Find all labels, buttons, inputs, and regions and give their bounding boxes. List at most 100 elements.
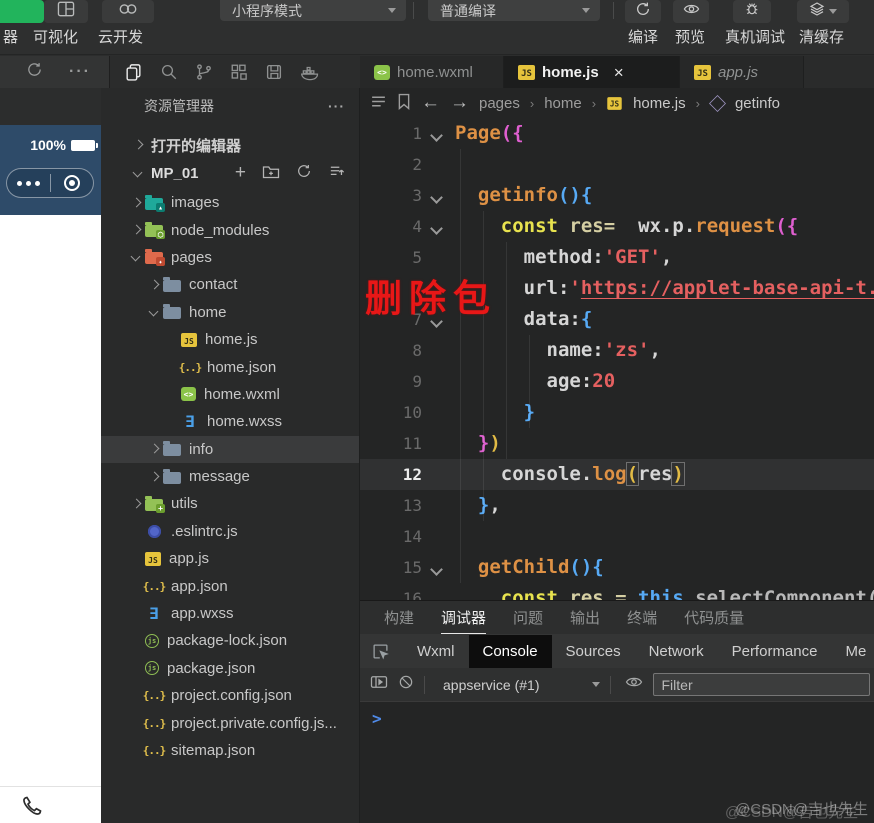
capsule-menu[interactable] bbox=[6, 168, 94, 198]
code-line-12[interactable]: 12 console.log(res) bbox=[360, 459, 874, 490]
more-actions-icon[interactable]: ··· bbox=[69, 63, 91, 81]
devtools-tab-sources[interactable]: Sources bbox=[552, 635, 635, 668]
mode-dropdown[interactable]: 小程序模式 bbox=[220, 0, 406, 21]
tree-item-home.wxss[interactable]: ∃ home.wxss bbox=[101, 408, 359, 435]
sync-icon[interactable] bbox=[26, 61, 43, 83]
bookmark-icon[interactable] bbox=[397, 93, 411, 114]
tree-item-info[interactable]: info bbox=[101, 435, 359, 463]
breadcrumb-item-home[interactable]: home bbox=[544, 95, 582, 112]
devtools-tab-performance[interactable]: Performance bbox=[718, 635, 832, 668]
panel-tab-终端[interactable]: 终端 bbox=[627, 607, 657, 628]
code-line-14[interactable]: 14 bbox=[360, 521, 874, 552]
more-actions-icon[interactable]: ··· bbox=[328, 98, 345, 114]
extensions-icon[interactable] bbox=[230, 63, 248, 81]
tree-item-app.js[interactable]: JS app.js bbox=[101, 545, 359, 572]
outline-list-icon[interactable] bbox=[370, 94, 387, 113]
save-layout-icon[interactable] bbox=[265, 63, 283, 81]
chevron-right-icon[interactable] bbox=[129, 497, 143, 511]
back-arrow-icon[interactable]: ← bbox=[421, 92, 440, 114]
show-sidebar-icon[interactable] bbox=[370, 674, 388, 695]
console-body[interactable]: > @CSDN@吉也先生 @CSDN@吉也先生 bbox=[360, 702, 874, 823]
inspect-element-icon[interactable] bbox=[360, 643, 399, 660]
chevron-down-icon[interactable] bbox=[591, 682, 600, 687]
cloud-dev-button[interactable] bbox=[102, 0, 154, 23]
tree-item-package-lock.json[interactable]: js package-lock.json bbox=[101, 627, 359, 654]
chevron-right-icon[interactable] bbox=[129, 223, 143, 237]
refresh-icon[interactable] bbox=[296, 163, 312, 183]
devtools-tab-network[interactable]: Network bbox=[635, 635, 718, 668]
new-folder-icon[interactable] bbox=[262, 164, 280, 183]
context-selector[interactable]: appservice (#1) bbox=[443, 677, 540, 693]
panel-tab-代码质量[interactable]: 代码质量 bbox=[684, 607, 744, 628]
code-lines[interactable]: 1 Page({2 3 getinfo(){4 const res= wx.p.requ… bbox=[360, 118, 874, 600]
code-line-1[interactable]: 1 Page({ bbox=[360, 118, 874, 149]
tree-item-app.wxss[interactable]: ∃ app.wxss bbox=[101, 600, 359, 627]
tree-item-project.config.json[interactable]: {..} project.config.json bbox=[101, 682, 359, 709]
tree-item-.eslintrc.js[interactable]: .eslintrc.js bbox=[101, 518, 359, 545]
tree-item-project.private.config.js...[interactable]: {..} project.private.config.js... bbox=[101, 709, 359, 736]
breadcrumb-item-file[interactable]: home.js bbox=[633, 95, 686, 112]
code-line-9[interactable]: 9 age:20 bbox=[360, 366, 874, 397]
tree-item-message[interactable]: message bbox=[101, 463, 359, 490]
project-root-section[interactable]: MP_01 + bbox=[101, 160, 359, 186]
simulator-toggle-button[interactable] bbox=[0, 0, 44, 23]
chevron-right-icon[interactable] bbox=[129, 196, 143, 210]
preview-button[interactable] bbox=[673, 0, 709, 23]
clear-cache-button[interactable] bbox=[797, 0, 849, 23]
tree-item-utils[interactable]: utils bbox=[101, 490, 359, 517]
breadcrumb-item-symbol[interactable]: getinfo bbox=[735, 95, 780, 112]
code-line-2[interactable]: 2 bbox=[360, 149, 874, 180]
forward-arrow-icon[interactable]: → bbox=[450, 92, 469, 114]
chevron-right-icon[interactable] bbox=[147, 278, 161, 292]
tree-item-images[interactable]: images bbox=[101, 189, 359, 216]
tree-item-node_modules[interactable]: node_modules bbox=[101, 216, 359, 243]
tab-app-js[interactable]: JS app.js bbox=[680, 56, 804, 88]
tree-item-home.js[interactable]: JS home.js bbox=[101, 326, 359, 353]
code-line-3[interactable]: 3 getinfo(){ bbox=[360, 180, 874, 211]
device-debug-button[interactable] bbox=[733, 0, 771, 23]
tree-item-home[interactable]: home bbox=[101, 299, 359, 326]
devtools-tab-me[interactable]: Me bbox=[831, 635, 874, 668]
code-line-15[interactable]: 15 getChild(){ bbox=[360, 552, 874, 583]
tree-item-contact[interactable]: contact bbox=[101, 271, 359, 298]
editor-pane[interactable]: ← → pages › home › JS home.js › getinfo … bbox=[360, 88, 874, 600]
git-branch-icon[interactable] bbox=[195, 63, 213, 81]
code-line-4[interactable]: 4 const res= wx.p.request({ bbox=[360, 211, 874, 242]
new-file-icon[interactable]: + bbox=[235, 163, 246, 182]
tree-item-pages[interactable]: pages bbox=[101, 244, 359, 271]
phone-icon[interactable] bbox=[20, 794, 44, 823]
devtools-tab-wxml[interactable]: Wxml bbox=[403, 635, 469, 668]
close-icon[interactable]: × bbox=[614, 64, 624, 81]
simulator-page-body[interactable] bbox=[0, 215, 101, 786]
code-line-16[interactable]: 16 const res = this.selectComponent( bbox=[360, 583, 874, 600]
chevron-down-icon[interactable] bbox=[147, 305, 161, 319]
visual-editor-button[interactable] bbox=[44, 0, 88, 23]
chevron-right-icon[interactable] bbox=[147, 470, 161, 484]
docker-icon[interactable] bbox=[300, 64, 320, 81]
tree-item-home.wxml[interactable]: <> home.wxml bbox=[101, 381, 359, 408]
collapse-all-icon[interactable] bbox=[328, 163, 345, 184]
eye-icon[interactable] bbox=[625, 675, 643, 694]
breadcrumb-item-pages[interactable]: pages bbox=[479, 95, 520, 112]
filter-input[interactable] bbox=[652, 673, 870, 696]
code-line-10[interactable]: 10} bbox=[360, 397, 874, 428]
chevron-right-icon[interactable] bbox=[147, 442, 161, 456]
open-editors-section[interactable]: 打开的编辑器 bbox=[101, 132, 359, 158]
code-line-11[interactable]: 11}) bbox=[360, 428, 874, 459]
tree-item-package.json[interactable]: js package.json bbox=[101, 655, 359, 682]
panel-tab-调试器[interactable]: 调试器 bbox=[441, 607, 487, 635]
tree-item-app.json[interactable]: {..} app.json bbox=[101, 572, 359, 599]
search-icon[interactable] bbox=[160, 63, 178, 81]
code-line-13[interactable]: 13}, bbox=[360, 490, 874, 521]
devtools-tab-console[interactable]: Console bbox=[468, 634, 552, 668]
explorer-files-icon[interactable] bbox=[124, 62, 143, 82]
panel-tab-输出[interactable]: 输出 bbox=[570, 607, 600, 628]
chevron-down-icon[interactable] bbox=[129, 250, 143, 264]
compile-button[interactable] bbox=[625, 0, 661, 23]
minimize-target-icon[interactable] bbox=[51, 175, 94, 191]
tab-home-wxml[interactable]: <> home.wxml bbox=[360, 56, 504, 88]
code-line-8[interactable]: 8 name:'zs', bbox=[360, 335, 874, 366]
clear-console-icon[interactable] bbox=[398, 674, 414, 695]
compile-mode-dropdown[interactable]: 普通编译 bbox=[428, 0, 600, 21]
more-menu-icon[interactable] bbox=[7, 180, 50, 186]
